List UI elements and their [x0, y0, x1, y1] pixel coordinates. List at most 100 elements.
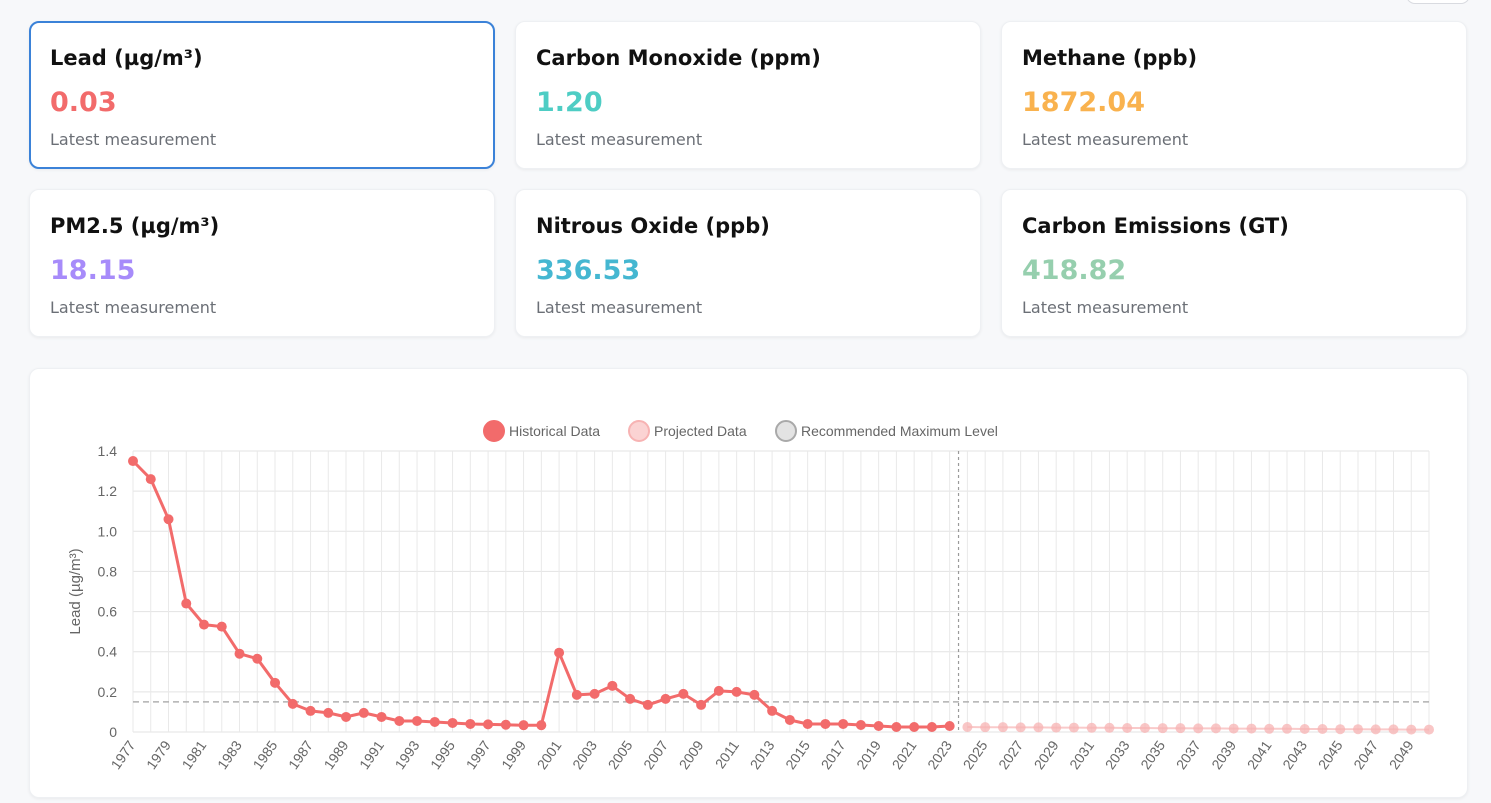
x-tick-label: 1997 — [463, 737, 494, 772]
historical-point — [731, 686, 742, 697]
x-tick-label: 2039 — [1208, 737, 1239, 772]
x-tick-label: 1981 — [178, 737, 209, 772]
x-tick-label: 2031 — [1066, 737, 1097, 772]
x-tick-label: 2003 — [569, 737, 600, 772]
y-tick-label: 0.8 — [98, 563, 118, 579]
historical-point — [625, 693, 636, 704]
y-tick-label: 0.4 — [98, 644, 118, 660]
x-tick-label: 2035 — [1137, 737, 1168, 772]
projected-point — [1246, 723, 1257, 734]
projected-point — [1210, 723, 1221, 734]
metric-card-pm25[interactable]: PM2.5 (µg/m³) 18.15 Latest measurement — [29, 189, 495, 337]
x-tick-label: 1993 — [392, 737, 423, 772]
projected-point — [1193, 723, 1204, 734]
historical-point — [216, 621, 227, 632]
metric-card-methane[interactable]: Methane (ppb) 1872.04 Latest measurement — [1001, 21, 1467, 169]
legend-marker — [775, 420, 797, 442]
x-tick-label: 2037 — [1173, 737, 1204, 772]
historical-point — [465, 718, 476, 729]
historical-point — [713, 685, 724, 696]
metric-card-carbon-monoxide[interactable]: Carbon Monoxide (ppm) 1.20 Latest measur… — [515, 21, 981, 169]
card-value: 1872.04 — [1022, 87, 1145, 118]
card-title: Methane (ppb) — [1022, 46, 1198, 70]
historical-point — [696, 699, 707, 710]
historical-point — [802, 718, 813, 729]
historical-point — [270, 677, 281, 688]
projected-point — [1139, 722, 1150, 733]
card-title: Lead (µg/m³) — [50, 46, 203, 70]
x-tick-label: 2033 — [1102, 737, 1133, 772]
projected-point — [1228, 723, 1239, 734]
x-tick-label: 1977 — [107, 737, 138, 772]
card-subtitle: Latest measurement — [536, 298, 703, 317]
projected-point — [997, 722, 1008, 733]
projected-point — [1157, 723, 1168, 734]
card-value: 0.03 — [50, 87, 117, 118]
projected-point — [1299, 723, 1310, 734]
metric-card-carbon-emissions[interactable]: Carbon Emissions (GT) 418.82 Latest meas… — [1001, 189, 1467, 337]
y-tick-label: 1.2 — [98, 483, 118, 499]
x-tick-label: 2023 — [924, 737, 955, 772]
metric-card-lead[interactable]: Lead (µg/m³) 0.03 Latest measurement — [29, 21, 495, 169]
x-tick-label: 2047 — [1350, 737, 1381, 772]
historical-point — [163, 514, 174, 525]
legend-label: Historical Data — [509, 423, 600, 439]
legend-marker — [483, 420, 505, 442]
x-tick-label: 2017 — [818, 737, 849, 772]
card-subtitle: Latest measurement — [50, 298, 217, 317]
historical-point — [944, 720, 955, 731]
legend-label: Recommended Maximum Level — [801, 423, 998, 439]
projected-point — [1068, 722, 1079, 733]
card-subtitle: Latest measurement — [1022, 130, 1189, 149]
legend-label: Projected Data — [654, 423, 747, 439]
top-action-button[interactable] — [1406, 0, 1470, 4]
y-axis-label: Lead (µg/m³) — [67, 548, 84, 634]
historical-point — [536, 720, 547, 731]
historical-point — [518, 720, 529, 731]
x-tick-label: 2041 — [1244, 737, 1275, 772]
historical-point — [181, 598, 192, 609]
x-tick-label: 2029 — [1031, 737, 1062, 772]
historical-point — [554, 647, 565, 658]
lead-chart[interactable]: 00.20.40.60.81.01.21.41977 1979 1981 1983 19… — [30, 369, 1469, 799]
historical-point — [855, 719, 866, 730]
historical-point — [199, 619, 210, 630]
card-subtitle: Latest measurement — [1022, 298, 1189, 317]
historical-point — [873, 720, 884, 731]
projected-point — [1122, 722, 1133, 733]
metric-card-nitrous-oxide[interactable]: Nitrous Oxide (ppb) 336.53 Latest measur… — [515, 189, 981, 337]
x-tick-label: 1991 — [356, 737, 387, 772]
historical-point — [323, 707, 334, 718]
projected-point — [962, 721, 973, 732]
y-tick-label: 0.2 — [98, 684, 118, 700]
projected-point — [1406, 724, 1417, 735]
historical-point — [252, 653, 263, 664]
y-tick-label: 0.6 — [98, 604, 118, 620]
historical-point — [447, 717, 458, 728]
card-title: Carbon Monoxide (ppm) — [536, 46, 821, 70]
historical-point — [483, 719, 494, 730]
y-tick-label: 1.4 — [98, 443, 118, 459]
historical-point — [305, 705, 316, 716]
projected-point — [1086, 722, 1097, 733]
x-tick-label: 2013 — [747, 737, 778, 772]
projected-point — [1033, 722, 1044, 733]
historical-point — [891, 721, 902, 732]
historical-point — [394, 715, 405, 726]
x-tick-label: 2049 — [1386, 737, 1417, 772]
projected-point — [1370, 724, 1381, 735]
historical-point — [234, 648, 245, 659]
card-title: Nitrous Oxide (ppb) — [536, 214, 770, 238]
projected-point — [1175, 723, 1186, 734]
projected-point — [980, 722, 991, 733]
x-tick-label: 2011 — [712, 737, 742, 771]
x-tick-label: 1983 — [214, 737, 245, 772]
card-subtitle: Latest measurement — [50, 130, 217, 149]
x-tick-label: 1989 — [321, 737, 352, 772]
x-tick-label: 2005 — [605, 737, 636, 772]
historical-point — [429, 716, 440, 727]
card-value: 18.15 — [50, 255, 136, 286]
x-tick-label: 2027 — [995, 737, 1026, 772]
historical-point — [784, 714, 795, 725]
historical-point — [838, 718, 849, 729]
